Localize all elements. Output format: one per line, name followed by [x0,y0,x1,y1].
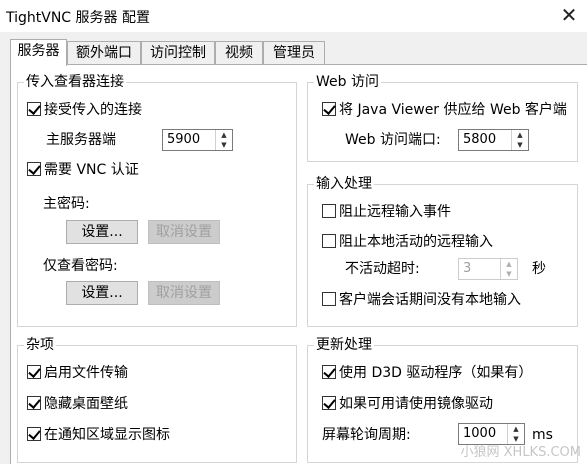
serve-java-viewer-checkbox[interactable]: 将 Java Viewer 供应给 Web 客户端 [322,100,567,120]
tab-video[interactable]: 视频 [215,41,263,65]
misc-group-label: 杂项 [24,336,56,354]
tab-extra-ports[interactable]: 额外端口 [67,41,141,65]
unset-viewonly-password-button[interactable]: 取消设置 [148,281,220,305]
inactivity-timeout-value: 3 [463,261,472,276]
mirror-driver-checkbox[interactable]: 如果可用请使用镜像驱动 [322,394,493,414]
main-password-label: 主密码: [43,196,90,212]
inactivity-timeout-spinner[interactable]: 3 ▲ ▼ [458,258,518,280]
spin-up-icon[interactable]: ▲ [216,130,232,140]
checkbox-checked-icon [27,102,41,116]
spin-down-icon[interactable]: ▼ [501,269,517,279]
site-watermark: 小狼网 XHLKS.COM [460,445,582,460]
spin-down-icon[interactable]: ▼ [216,140,232,150]
incoming-connections-group: 传入查看器连接 接受传入的连接 主服务器端 5900 ▲ ▼ 需要 VNC 认证… [17,73,297,327]
web-access-group: Web 访问 将 Java Viewer 供应给 Web 客户端 Web 访问端… [307,73,578,162]
tray-icon-checkbox[interactable]: 在通知区域显示图标 [27,425,170,445]
spin-down-icon[interactable]: ▼ [512,140,528,150]
web-port-label: Web 访问端口: [345,132,441,148]
no-local-input-checkbox[interactable]: 客户端会话期间没有本地输入 [322,290,521,310]
incoming-group-label: 传入查看器连接 [24,73,126,91]
checkbox-unchecked-icon [322,234,336,248]
tab-administration[interactable]: 管理员 [263,41,325,65]
checkbox-checked-icon [27,365,41,379]
checkbox-checked-icon [27,162,41,176]
input-group-label: 输入处理 [314,175,374,193]
tab-panel: 传入查看器连接 接受传入的连接 主服务器端 5900 ▲ ▼ 需要 VNC 认证… [10,64,587,464]
checkbox-checked-icon [27,427,41,441]
use-d3d-checkbox[interactable]: 使用 D3D 驱动程序（如果有） [322,363,532,383]
window-title: TightVNC 服务器 配置 [6,10,150,26]
unset-main-password-button[interactable]: 取消设置 [148,220,220,244]
viewonly-password-label: 仅查看密码: [43,258,118,274]
close-icon[interactable]: ✕ [551,0,587,32]
require-auth-checkbox[interactable]: 需要 VNC 认证 [27,160,139,180]
web-port-spinner[interactable]: 5800 ▲ ▼ [458,129,529,151]
timeout-unit-label: 秒 [532,261,546,277]
set-viewonly-password-button[interactable]: 设置... [66,281,138,305]
checkbox-checked-icon [322,365,336,379]
block-remote-input-checkbox[interactable]: 阻止远程输入事件 [322,202,451,222]
tab-server[interactable]: 服务器 [10,39,67,66]
block-on-local-activity-checkbox[interactable]: 阻止本地活动的远程输入 [322,232,493,252]
spin-up-icon[interactable]: ▲ [508,424,524,434]
checkbox-checked-icon [27,396,41,410]
checkbox-checked-icon [322,396,336,410]
tab-access-control[interactable]: 访问控制 [141,41,215,65]
main-port-label: 主服务器端 [46,132,116,148]
web-port-value: 5800 [463,132,497,147]
checkbox-checked-icon [322,102,336,116]
input-handling-group: 输入处理 阻止远程输入事件 阻止本地活动的远程输入 不活动超时: 3 ▲ ▼ 秒… [307,175,578,327]
accept-connections-checkbox[interactable]: 接受传入的连接 [27,100,142,120]
main-port-value: 5900 [167,132,201,147]
checkbox-unchecked-icon [322,204,336,218]
hide-wallpaper-checkbox[interactable]: 隐藏桌面壁纸 [27,394,128,414]
poll-interval-label: 屏幕轮询周期: [322,427,411,443]
spin-up-icon[interactable]: ▲ [501,259,517,269]
main-port-spinner[interactable]: 5900 ▲ ▼ [162,129,233,151]
set-main-password-button[interactable]: 设置... [66,220,138,244]
web-group-label: Web 访问 [314,73,381,91]
inactivity-timeout-label: 不活动超时: [345,261,420,277]
update-group-label: 更新处理 [314,336,374,354]
spin-up-icon[interactable]: ▲ [512,130,528,140]
file-transfer-checkbox[interactable]: 启用文件传输 [27,363,128,383]
title-bar: TightVNC 服务器 配置 ✕ [0,0,587,32]
checkbox-unchecked-icon [322,292,336,306]
misc-group: 杂项 启用文件传输 隐藏桌面壁纸 在通知区域显示图标 [17,336,297,463]
